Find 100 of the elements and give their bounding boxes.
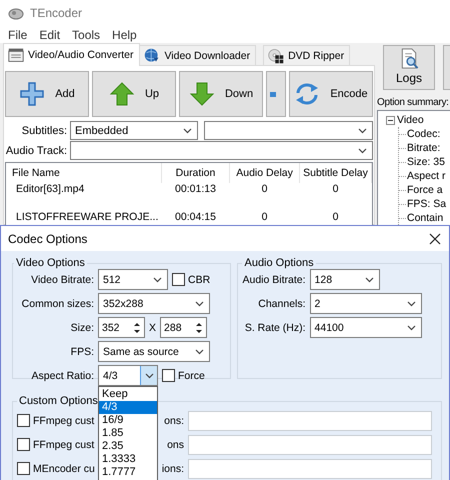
input-field[interactable] xyxy=(188,410,432,430)
audio-track-dropdown[interactable] xyxy=(70,141,373,160)
app-icon xyxy=(8,6,24,20)
aspect-ratio-dropdown[interactable]: 4/3 xyxy=(98,365,158,386)
option-label: FFmpeg cust xyxy=(33,438,94,450)
column-header[interactable]: Audio Delay xyxy=(230,163,300,183)
checkbox[interactable] xyxy=(17,438,30,451)
chevron-icon xyxy=(358,128,367,134)
column-header[interactable]: Duration xyxy=(161,163,230,183)
chevron-icon xyxy=(406,300,416,306)
audio-dropdown[interactable]: 2 xyxy=(310,293,422,314)
toolbar-button[interactable]: Up xyxy=(92,71,176,117)
menu-item[interactable]: File xyxy=(2,28,34,42)
dropdown-option[interactable]: 1.3333 xyxy=(99,453,157,466)
chevron-icon xyxy=(406,324,416,330)
chevron-icon xyxy=(195,300,204,306)
globe-icon xyxy=(144,48,160,64)
table-cell: Editor[63].mp4 xyxy=(16,183,84,195)
table-cell: LISTOFFREEWARE PROJE... xyxy=(16,211,158,223)
tree-item[interactable]: Contain xyxy=(407,212,444,224)
down-arrow-icon xyxy=(188,81,215,107)
field-label: Channels: xyxy=(257,298,306,310)
audio-dropdown[interactable]: 44100 xyxy=(310,317,422,338)
bitrate-dropdown[interactable]: 512 xyxy=(98,269,168,290)
chevron-icon xyxy=(144,372,154,378)
close-icon[interactable] xyxy=(429,232,441,244)
subtitle-track-dropdown[interactable] xyxy=(204,121,373,140)
field-label: Audio Bitrate: xyxy=(242,274,306,286)
fps-dropdown[interactable]: Same as source xyxy=(98,341,210,362)
height-spinner[interactable]: 288 xyxy=(160,317,208,338)
section-label: Option summary: xyxy=(377,97,449,108)
option-label: FFmpeg cust xyxy=(33,414,94,426)
checkbox[interactable]: Force xyxy=(162,369,205,382)
tree-item[interactable]: Bitrate: xyxy=(407,142,440,154)
width-spinner[interactable]: 352 xyxy=(98,317,145,338)
toolbar-button[interactable]: Encode xyxy=(289,71,373,117)
field-label: S. Rate (Hz): xyxy=(244,322,306,334)
option-label: ons xyxy=(167,438,184,450)
field-label: Common sizes: xyxy=(20,298,94,310)
group-title: Custom Options xyxy=(18,395,99,407)
document-search-icon xyxy=(399,48,419,69)
tree-item[interactable]: Aspect r xyxy=(407,170,446,182)
group-title: Video Options xyxy=(15,257,86,269)
refresh-icon xyxy=(294,82,320,106)
up-arrow-icon xyxy=(108,81,135,107)
table-cell: 0 xyxy=(262,211,268,223)
dropdown-option[interactable]: 16/9 xyxy=(99,414,157,427)
dropdown-option[interactable]: 1.85 xyxy=(99,427,157,440)
dropdown-option[interactable]: 2.35 xyxy=(99,440,157,453)
dropdown-option[interactable]: Keep xyxy=(99,388,157,401)
table-cell: 0 xyxy=(262,183,268,195)
option-label: MEncoder cu xyxy=(33,462,95,474)
tree-item[interactable]: Force a xyxy=(407,184,443,196)
field-label: Video Bitrate: xyxy=(30,274,94,286)
checkbox[interactable]: CBR xyxy=(172,273,210,286)
tab[interactable]: DVD Ripper xyxy=(263,45,350,65)
chevron-icon xyxy=(195,348,204,354)
checkbox[interactable] xyxy=(17,414,30,427)
chevron-icon xyxy=(364,276,374,282)
menu-item[interactable]: Help xyxy=(106,28,143,42)
input-field[interactable] xyxy=(188,458,432,478)
tree-item[interactable]: Size: 35 xyxy=(407,156,445,168)
tree-item[interactable]: FPS: Sa xyxy=(407,198,446,210)
dropdown-option[interactable]: 4/3 xyxy=(99,401,157,414)
input-field[interactable] xyxy=(188,434,432,454)
sizes-dropdown[interactable]: 352x288 xyxy=(98,293,210,314)
option-label: ons: xyxy=(164,414,184,426)
menu-item[interactable]: Tools xyxy=(66,28,106,42)
collapse-icon[interactable] xyxy=(386,116,395,124)
tree-item[interactable]: Codec: xyxy=(407,128,440,140)
spinner-icon xyxy=(133,322,141,334)
chevron-icon xyxy=(358,148,367,154)
separator-label: X xyxy=(149,322,156,334)
film-icon xyxy=(8,47,24,63)
checkbox[interactable] xyxy=(17,462,30,475)
logs-button[interactable]: Logs xyxy=(383,45,435,90)
plus-icon xyxy=(19,81,46,107)
subtitles-dropdown[interactable]: Embedded xyxy=(70,121,198,140)
tree-item[interactable]: Video xyxy=(397,114,424,126)
audio-dropdown[interactable]: 128 xyxy=(310,269,380,290)
toolbar-button[interactable]: Add xyxy=(5,71,89,117)
tab[interactable]: Video Downloader xyxy=(139,45,256,65)
spinner-icon xyxy=(195,322,204,334)
dropdown-option[interactable]: 1.7777 xyxy=(99,466,157,479)
dialog-title: Codec Options xyxy=(8,232,88,246)
toolbar-button[interactable] xyxy=(266,71,286,117)
table-cell: 0 xyxy=(332,211,338,223)
option-label: ions: xyxy=(162,462,184,474)
field-label: Subtitles: xyxy=(20,124,67,136)
table-cell: 00:01:13 xyxy=(175,183,216,195)
column-header[interactable]: File Name xyxy=(6,163,162,183)
field-label: Size: xyxy=(70,322,94,334)
group-title: Audio Options xyxy=(243,257,315,269)
field-label: Audio Track: xyxy=(5,144,67,156)
window-title: TEncoder xyxy=(30,6,82,20)
column-header[interactable]: Subtitle Delay xyxy=(300,163,372,183)
toolbar-button[interactable]: Down xyxy=(179,71,263,117)
menu-item[interactable]: Edit xyxy=(33,28,66,42)
tab[interactable]: Video/Audio Converter xyxy=(3,43,140,66)
field-label: Aspect Ratio: xyxy=(30,370,94,382)
